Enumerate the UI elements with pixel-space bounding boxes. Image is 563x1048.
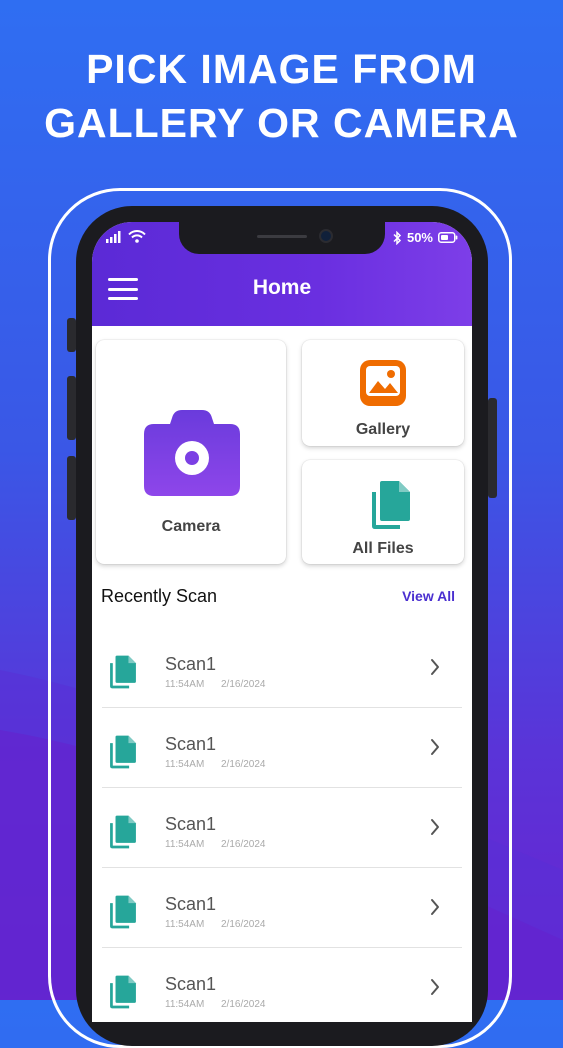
scan-file-icon: [110, 655, 136, 689]
status-bar-left: [106, 230, 146, 243]
status-bar-right: 50%: [392, 230, 458, 245]
headline-line-2: GALLERY OR CAMERA: [44, 100, 519, 146]
scan-file-icon: [110, 975, 136, 1009]
scan-list-item[interactable]: Scan1 11:54AM 2/16/2024: [102, 868, 462, 948]
scan-name: Scan1: [165, 734, 217, 754]
scan-date: 2/16/2024: [221, 919, 266, 930]
promo-headline: PICK IMAGE FROM GALLERY OR CAMERA: [0, 42, 563, 150]
scan-date: 2/16/2024: [221, 759, 266, 770]
scan-list-item[interactable]: Scan1 11:54AM 2/16/2024: [102, 788, 462, 868]
scan-list-item[interactable]: Scan1 11:54AM 2/16/2024: [102, 948, 462, 1022]
camera-card-button[interactable]: Camera: [96, 340, 286, 564]
all-files-label: All Files: [352, 540, 414, 557]
open-scan-chevron[interactable]: [430, 898, 440, 921]
scan-date: 2/16/2024: [221, 679, 266, 690]
scan-name: Scan1: [165, 894, 217, 914]
battery-percentage: 50%: [406, 230, 433, 245]
open-scan-chevron[interactable]: [430, 738, 440, 761]
open-scan-chevron[interactable]: [430, 978, 440, 1001]
chevron-right-icon: [431, 819, 439, 835]
scan-time: 11:54AM: [165, 919, 205, 930]
scan-name: Scan1: [165, 654, 217, 674]
scan-date: 2/16/2024: [221, 999, 266, 1010]
scan-file-icon-wrap: [108, 655, 138, 694]
scan-time: 11:54AM: [165, 999, 205, 1010]
scan-time: 11:54AM: [165, 679, 205, 690]
app-bar: 50% Home: [92, 222, 472, 326]
camera-notch: [179, 222, 385, 254]
open-scan-chevron[interactable]: [430, 658, 440, 681]
scan-file-icon-wrap: [108, 815, 138, 854]
scan-file-icon: [110, 735, 136, 769]
scan-file-icon: [110, 815, 136, 849]
phone-volume-up-button: [67, 376, 76, 440]
phone-power-button: [488, 398, 497, 498]
all-files-card-button[interactable]: All Files: [302, 460, 464, 564]
front-camera: [319, 229, 333, 243]
scan-file-icon-wrap: [108, 895, 138, 934]
speaker-grille: [257, 235, 307, 238]
scan-name: Scan1: [165, 974, 217, 994]
page-title: Home: [252, 276, 312, 299]
camera-label: Camera: [161, 518, 221, 535]
scan-time: 11:54AM: [165, 759, 205, 770]
files-icon: [372, 481, 410, 529]
phone-volume-down-button: [67, 456, 76, 520]
bluetooth-icon: [393, 230, 402, 245]
scan-list-item[interactable]: Scan1 11:54AM 2/16/2024: [102, 708, 462, 788]
gallery-card-button[interactable]: Gallery: [302, 340, 464, 446]
phone-screen: 50% Home Camera Gallery All Files Recent…: [92, 222, 472, 1022]
scan-file-icon: [110, 895, 136, 929]
chevron-right-icon: [431, 739, 439, 755]
scan-date: 2/16/2024: [221, 839, 266, 850]
image-icon: [360, 360, 406, 406]
recently-scan-heading: Recently Scan: [101, 586, 218, 606]
chevron-right-icon: [431, 659, 439, 675]
battery-icon: [438, 232, 458, 243]
scan-name: Scan1: [165, 814, 217, 834]
scan-file-icon-wrap: [108, 975, 138, 1014]
camera-icon: [144, 410, 240, 496]
headline-line-1: PICK IMAGE FROM: [86, 46, 477, 92]
open-scan-chevron[interactable]: [430, 818, 440, 841]
phone-mute-switch: [67, 318, 76, 352]
wifi-icon: [128, 230, 146, 243]
chevron-right-icon: [431, 979, 439, 995]
view-all-link[interactable]: View All: [402, 588, 455, 604]
signal-icon: [106, 230, 121, 243]
scan-time: 11:54AM: [165, 839, 205, 850]
chevron-right-icon: [431, 899, 439, 915]
gallery-label: Gallery: [355, 421, 411, 438]
scan-list-item[interactable]: Scan1 11:54AM 2/16/2024: [102, 628, 462, 708]
scan-file-icon-wrap: [108, 735, 138, 774]
